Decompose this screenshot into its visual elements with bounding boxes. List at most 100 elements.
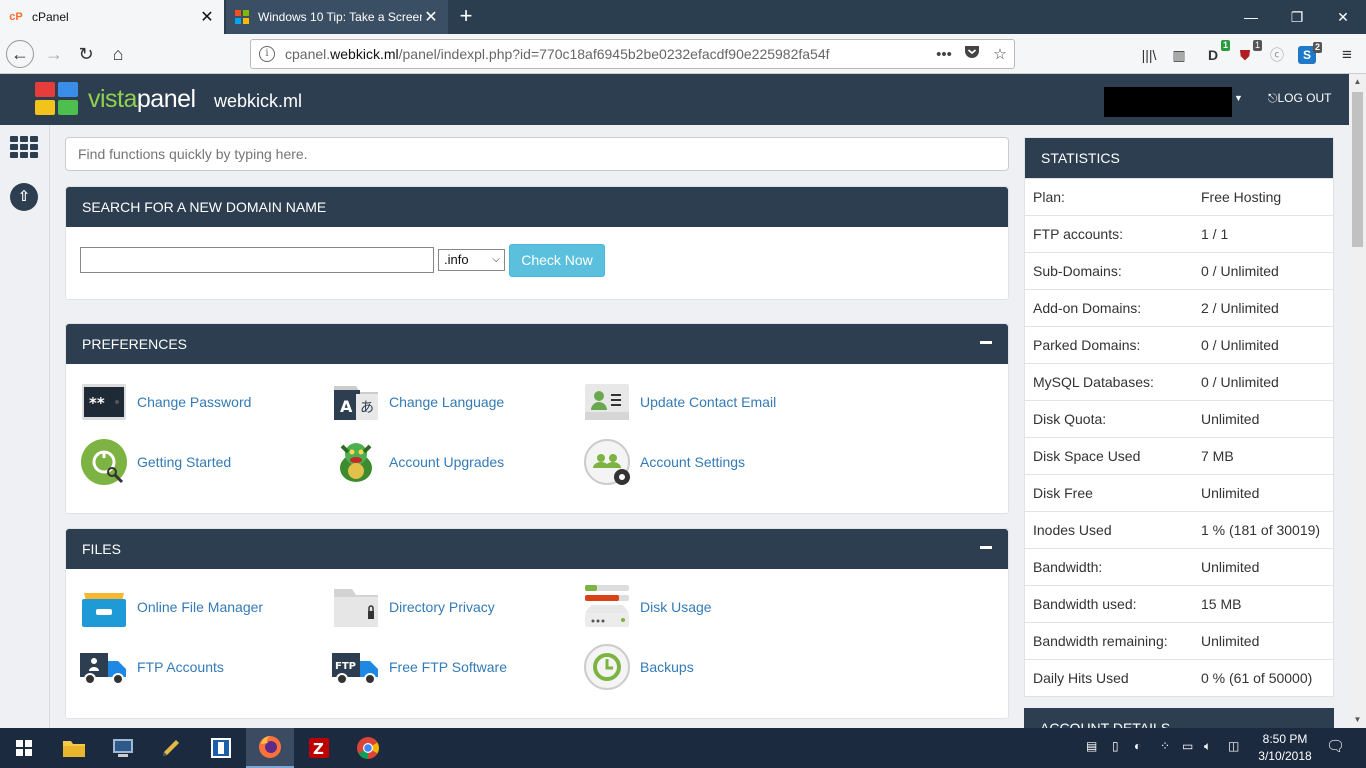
stat-label: Bandwidth remaining: bbox=[1033, 633, 1168, 649]
firefox-icon[interactable] bbox=[246, 728, 294, 768]
stat-value: 2 / Unlimited bbox=[1201, 300, 1279, 316]
tray-network-icon[interactable]: ▤ bbox=[1086, 739, 1097, 753]
tray-battery-icon[interactable]: ▭ bbox=[1182, 739, 1193, 753]
language-icon: Aあ bbox=[332, 378, 380, 426]
domain-name-input[interactable] bbox=[80, 247, 434, 273]
svg-text:Z: Z bbox=[313, 740, 324, 758]
address-bar[interactable]: i cpanel.webkick.ml/panel/indexpl.php?id… bbox=[250, 39, 1015, 69]
quick-search-input[interactable] bbox=[65, 137, 1009, 171]
stat-value: Unlimited bbox=[1201, 633, 1260, 649]
notifications-icon[interactable]: 🗨︎ bbox=[1326, 737, 1345, 755]
upload-icon[interactable]: ⇧ bbox=[10, 183, 38, 211]
scroll-up-icon[interactable]: ▲ bbox=[1349, 77, 1366, 86]
minimize-icon[interactable]: — bbox=[1228, 0, 1274, 34]
ftp-accounts-link[interactable]: FTP Accounts bbox=[80, 643, 224, 691]
close-tab-icon[interactable]: ✕ bbox=[198, 7, 216, 27]
page-viewport: vistapanel webkick.ml ▼ ⎋LOG OUT ⇧ SEARC… bbox=[0, 74, 1349, 728]
backup-icon bbox=[583, 643, 631, 691]
vistapanel-header: vistapanel webkick.ml ▼ ⎋LOG OUT bbox=[0, 74, 1349, 125]
chevron-down-icon[interactable]: ▼ bbox=[1234, 93, 1243, 103]
vertical-scrollbar[interactable]: ▲ ▼ bbox=[1349, 74, 1366, 728]
remote-app-icon[interactable] bbox=[197, 728, 245, 768]
tray-app-icon[interactable]: ⁘ bbox=[1160, 739, 1170, 753]
getting-started-link[interactable]: Getting Started bbox=[80, 438, 231, 486]
sidebar-icon[interactable]: ▥ bbox=[1168, 44, 1190, 66]
extension-c-icon[interactable]: ⓒ bbox=[1266, 44, 1288, 66]
stat-value: 0 / Unlimited bbox=[1201, 374, 1279, 390]
scroll-down-icon[interactable]: ▼ bbox=[1349, 715, 1366, 724]
svg-text:A: A bbox=[340, 397, 353, 416]
tray-weather-icon[interactable]: ◐ bbox=[1134, 739, 1141, 753]
computer-app-icon[interactable] bbox=[99, 728, 147, 768]
tray-volume-icon[interactable]: 🔈︎ bbox=[1204, 739, 1211, 754]
free-ftp-software-link[interactable]: FTP Free FTP Software bbox=[332, 643, 507, 691]
backups-link[interactable]: Backups bbox=[583, 643, 694, 691]
windows-taskbar: Z ▤ ▯ ◐ ⁘ ▭ 🔈︎ ◫ 8:50 PM 3/10/2018 🗨︎ bbox=[0, 728, 1366, 768]
taskbar-clock[interactable]: 8:50 PM 3/10/2018 bbox=[1250, 731, 1320, 765]
domain-search-panel: SEARCH FOR A NEW DOMAIN NAME .info ⌵ Chec… bbox=[65, 186, 1009, 300]
chrome-icon[interactable] bbox=[344, 728, 392, 768]
ublock-shield-icon[interactable]: ⛊ 1 bbox=[1234, 40, 1262, 66]
scrollbar-thumb[interactable] bbox=[1352, 92, 1363, 247]
new-tab-plus-icon[interactable]: + bbox=[452, 3, 480, 31]
brand-domain: webkick.ml bbox=[214, 91, 303, 111]
file-manager-icon bbox=[80, 583, 128, 631]
extension-s-icon[interactable]: S2 bbox=[1298, 42, 1322, 64]
site-info-icon[interactable]: i bbox=[259, 46, 275, 62]
svg-text:FTP: FTP bbox=[335, 661, 356, 672]
tray-usb-icon[interactable]: ▯ bbox=[1112, 739, 1119, 753]
disk-usage-link[interactable]: Disk Usage bbox=[583, 583, 712, 631]
disk-usage-icon bbox=[583, 583, 631, 631]
ftp-truck-icon bbox=[80, 643, 128, 691]
user-menu-redacted[interactable] bbox=[1104, 87, 1232, 117]
stat-value: Free Hosting bbox=[1201, 189, 1282, 205]
filezilla-icon[interactable]: Z bbox=[295, 728, 343, 768]
tld-select[interactable]: .info ⌵ bbox=[438, 249, 505, 271]
tab-cpanel[interactable]: cP cPanel ✕ bbox=[0, 0, 224, 34]
statistics-panel: STATISTICS Plan: Free Hosting FTP accounts… bbox=[1024, 137, 1334, 697]
file-explorer-icon[interactable] bbox=[50, 728, 98, 768]
preferences-panel: PREFERENCES ** Change Password Aあ Change… bbox=[65, 323, 1009, 514]
pen-tool-icon[interactable] bbox=[148, 728, 196, 768]
back-arrow-icon[interactable]: ← bbox=[6, 40, 34, 68]
panel-title: FILES bbox=[66, 529, 1008, 569]
pocket-icon[interactable] bbox=[958, 45, 986, 63]
directory-privacy-link[interactable]: Directory Privacy bbox=[332, 583, 495, 631]
apps-grid-icon[interactable] bbox=[10, 136, 38, 158]
bookmark-star-icon[interactable]: ☆ bbox=[986, 45, 1014, 63]
update-contact-email-link[interactable]: Update Contact Email bbox=[583, 378, 776, 426]
sidebar-divider bbox=[49, 125, 50, 728]
library-icon[interactable]: |||\ bbox=[1138, 44, 1160, 66]
stat-label: Disk Space Used bbox=[1033, 448, 1141, 464]
collapse-minus-icon[interactable] bbox=[980, 546, 992, 549]
change-password-link[interactable]: ** Change Password bbox=[80, 378, 251, 426]
logout-button[interactable]: ⎋LOG OUT bbox=[1268, 91, 1332, 106]
password-icon: ** bbox=[80, 378, 128, 426]
stat-row: Disk Quota: Unlimited bbox=[1025, 400, 1333, 437]
tray-wifi-icon[interactable]: ◫ bbox=[1228, 739, 1239, 753]
stat-value: 15 MB bbox=[1201, 596, 1242, 612]
restore-icon[interactable]: ❐ bbox=[1274, 0, 1320, 34]
reload-icon[interactable]: ↻ bbox=[72, 40, 100, 68]
stat-label: Bandwidth: bbox=[1033, 559, 1103, 575]
page-actions-icon[interactable]: ••• bbox=[930, 46, 958, 63]
tab-windows-tip[interactable]: Windows 10 Tip: Take a Screen ✕ bbox=[226, 0, 448, 34]
collapse-minus-icon[interactable] bbox=[980, 341, 992, 344]
account-settings-link[interactable]: Account Settings bbox=[583, 438, 745, 486]
windows-favicon-icon bbox=[234, 9, 250, 25]
stat-row: Disk Space Used 7 MB bbox=[1025, 437, 1333, 474]
svg-text:あ: あ bbox=[360, 400, 374, 416]
account-details-panel-title: ACCOUNT DETAILS bbox=[1024, 708, 1334, 728]
windows-start-icon[interactable] bbox=[0, 728, 48, 768]
online-file-manager-link[interactable]: Online File Manager bbox=[80, 583, 263, 631]
menu-hamburger-icon[interactable]: ≡ bbox=[1336, 44, 1358, 66]
forward-arrow-icon[interactable]: → bbox=[40, 40, 68, 68]
check-now-button[interactable]: Check Now bbox=[509, 244, 605, 277]
close-tab-icon[interactable]: ✕ bbox=[422, 7, 440, 27]
change-language-link[interactable]: Aあ Change Language bbox=[332, 378, 504, 426]
home-icon[interactable]: ⌂ bbox=[104, 40, 132, 68]
close-window-icon[interactable]: ✕ bbox=[1320, 0, 1366, 34]
extension-downloader-icon[interactable]: D1 bbox=[1202, 40, 1230, 66]
account-upgrades-link[interactable]: Account Upgrades bbox=[332, 438, 504, 486]
panel-title: STATISTICS bbox=[1025, 138, 1333, 178]
